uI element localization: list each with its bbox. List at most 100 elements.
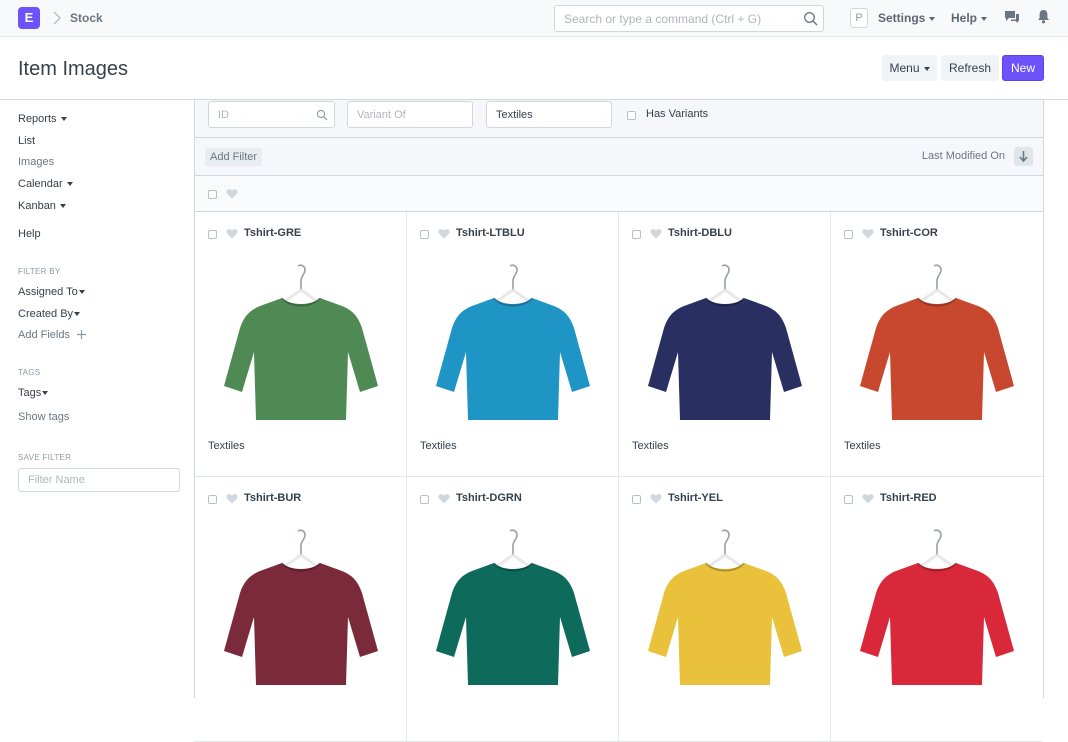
card-checkbox[interactable] xyxy=(420,228,429,242)
search-input[interactable] xyxy=(555,6,795,31)
card-checkbox[interactable] xyxy=(208,493,217,507)
user-avatar[interactable]: P xyxy=(850,8,868,28)
card-checkbox[interactable] xyxy=(844,493,853,507)
caret-down-icon xyxy=(60,117,67,122)
sidebar-item-list[interactable]: List xyxy=(18,135,35,147)
select-all-checkbox[interactable] xyxy=(208,188,217,202)
filter-toolbar: Add Filter Last Modified On xyxy=(195,138,1043,176)
add-filter-button[interactable]: Add Filter xyxy=(205,148,263,166)
filter-name-field[interactable] xyxy=(18,468,180,492)
item-name-link[interactable]: Tshirt-RED xyxy=(880,492,937,504)
tshirt-image[interactable] xyxy=(634,248,816,428)
item-name-link[interactable]: Tshirt-YEL xyxy=(668,492,723,504)
image-card[interactable]: Tshirt-DBLU Textiles xyxy=(619,212,831,477)
checkbox[interactable] xyxy=(208,190,217,199)
new-button[interactable]: New xyxy=(1002,55,1044,81)
created-by-dropdown[interactable]: Created By xyxy=(18,308,81,320)
sidebar-item-reports[interactable]: Reports xyxy=(18,113,67,125)
card-checkbox[interactable] xyxy=(420,493,429,507)
heart-icon[interactable] xyxy=(438,493,450,504)
checkbox[interactable] xyxy=(420,495,429,504)
id-filter[interactable] xyxy=(208,101,335,128)
heart-icon[interactable] xyxy=(862,228,874,239)
card-checkbox[interactable] xyxy=(844,228,853,242)
help-dropdown[interactable]: Help xyxy=(951,11,988,25)
breadcrumb-stock[interactable]: Stock xyxy=(70,11,103,25)
checkbox[interactable] xyxy=(844,230,853,239)
item-group-input[interactable] xyxy=(487,102,599,127)
arrow-down-icon xyxy=(1019,151,1028,163)
heart-icon[interactable] xyxy=(226,188,238,199)
sidebar-item-help[interactable]: Help xyxy=(18,228,41,240)
card-checkbox[interactable] xyxy=(208,228,217,242)
heart-icon[interactable] xyxy=(650,493,662,504)
heart-icon[interactable] xyxy=(650,228,662,239)
checkbox[interactable] xyxy=(844,495,853,504)
checkbox[interactable] xyxy=(420,230,429,239)
settings-label: Settings xyxy=(878,11,926,25)
image-card[interactable]: Tshirt-DGRN xyxy=(407,477,619,742)
heart-icon[interactable] xyxy=(226,493,238,504)
filter-by-heading: FILTER BY xyxy=(18,267,61,276)
item-name-link[interactable]: Tshirt-DBLU xyxy=(668,227,732,239)
awesome-bar[interactable] xyxy=(554,5,824,32)
id-filter-input[interactable] xyxy=(209,102,322,127)
tshirt-image[interactable] xyxy=(634,513,816,693)
variant-of-input[interactable] xyxy=(348,102,460,127)
image-card[interactable]: Tshirt-YEL xyxy=(619,477,831,742)
hanger-hook xyxy=(509,529,518,557)
item-name-link[interactable]: Tshirt-GRE xyxy=(244,227,301,239)
tshirt-image[interactable] xyxy=(210,248,392,428)
image-card[interactable]: Tshirt-BUR xyxy=(195,477,407,742)
bell-icon[interactable] xyxy=(1037,9,1050,24)
menu-button[interactable]: Menu xyxy=(882,55,937,81)
item-name-link[interactable]: Tshirt-LTBLU xyxy=(456,227,525,239)
chat-icon[interactable] xyxy=(1004,10,1020,25)
checkbox[interactable] xyxy=(632,230,641,239)
tshirt-image[interactable] xyxy=(422,248,604,428)
sort-selector[interactable]: Last Modified On xyxy=(922,150,1005,162)
item-group-filter[interactable] xyxy=(486,101,612,128)
image-card[interactable]: Tshirt-LTBLU Textiles xyxy=(407,212,619,477)
refresh-button[interactable]: Refresh xyxy=(941,55,999,81)
assigned-to-dropdown[interactable]: Assigned To xyxy=(18,286,85,298)
checkbox[interactable] xyxy=(208,495,217,504)
image-card[interactable]: Tshirt-COR Textiles xyxy=(831,212,1043,477)
search-icon xyxy=(316,109,328,121)
hanger-hook xyxy=(933,529,942,557)
filter-name-input[interactable] xyxy=(19,469,169,491)
show-tags-link[interactable]: Show tags xyxy=(18,411,69,423)
settings-dropdown[interactable]: Settings xyxy=(878,11,936,25)
checkbox[interactable] xyxy=(208,230,217,239)
tshirt-image[interactable] xyxy=(846,248,1028,428)
add-fields-link[interactable]: Add Fields xyxy=(18,329,87,341)
image-card[interactable]: Tshirt-GRE Textiles xyxy=(195,212,407,477)
caret-down-icon xyxy=(981,16,988,21)
card-checkbox[interactable] xyxy=(632,228,641,242)
app-logo[interactable]: E xyxy=(18,7,40,29)
sidebar-item-calendar[interactable]: Calendar xyxy=(18,178,73,190)
checkbox[interactable] xyxy=(632,495,641,504)
item-name-link[interactable]: Tshirt-BUR xyxy=(244,492,301,504)
tshirt-image[interactable] xyxy=(210,513,392,693)
caret-down-icon xyxy=(923,66,930,71)
has-variants-checkbox[interactable] xyxy=(627,109,636,123)
heart-icon[interactable] xyxy=(862,493,874,504)
item-name-link[interactable]: Tshirt-COR xyxy=(880,227,938,239)
tshirt-image[interactable] xyxy=(422,513,604,693)
sort-order-button[interactable] xyxy=(1014,147,1033,166)
checkbox[interactable] xyxy=(627,111,636,120)
tshirt-body xyxy=(648,298,802,420)
tshirt-image[interactable] xyxy=(846,513,1028,693)
sidebar-item-kanban[interactable]: Kanban xyxy=(18,200,66,212)
menu-label: Menu xyxy=(889,61,920,75)
heart-icon[interactable] xyxy=(226,228,238,239)
tags-dropdown[interactable]: Tags xyxy=(18,387,49,399)
sidebar-item-images[interactable]: Images xyxy=(18,156,54,168)
image-card[interactable]: Tshirt-RED xyxy=(831,477,1043,742)
hanger-hook xyxy=(297,264,306,292)
heart-icon[interactable] xyxy=(438,228,450,239)
card-checkbox[interactable] xyxy=(632,493,641,507)
item-name-link[interactable]: Tshirt-DGRN xyxy=(456,492,522,504)
variant-of-filter[interactable] xyxy=(347,101,473,128)
